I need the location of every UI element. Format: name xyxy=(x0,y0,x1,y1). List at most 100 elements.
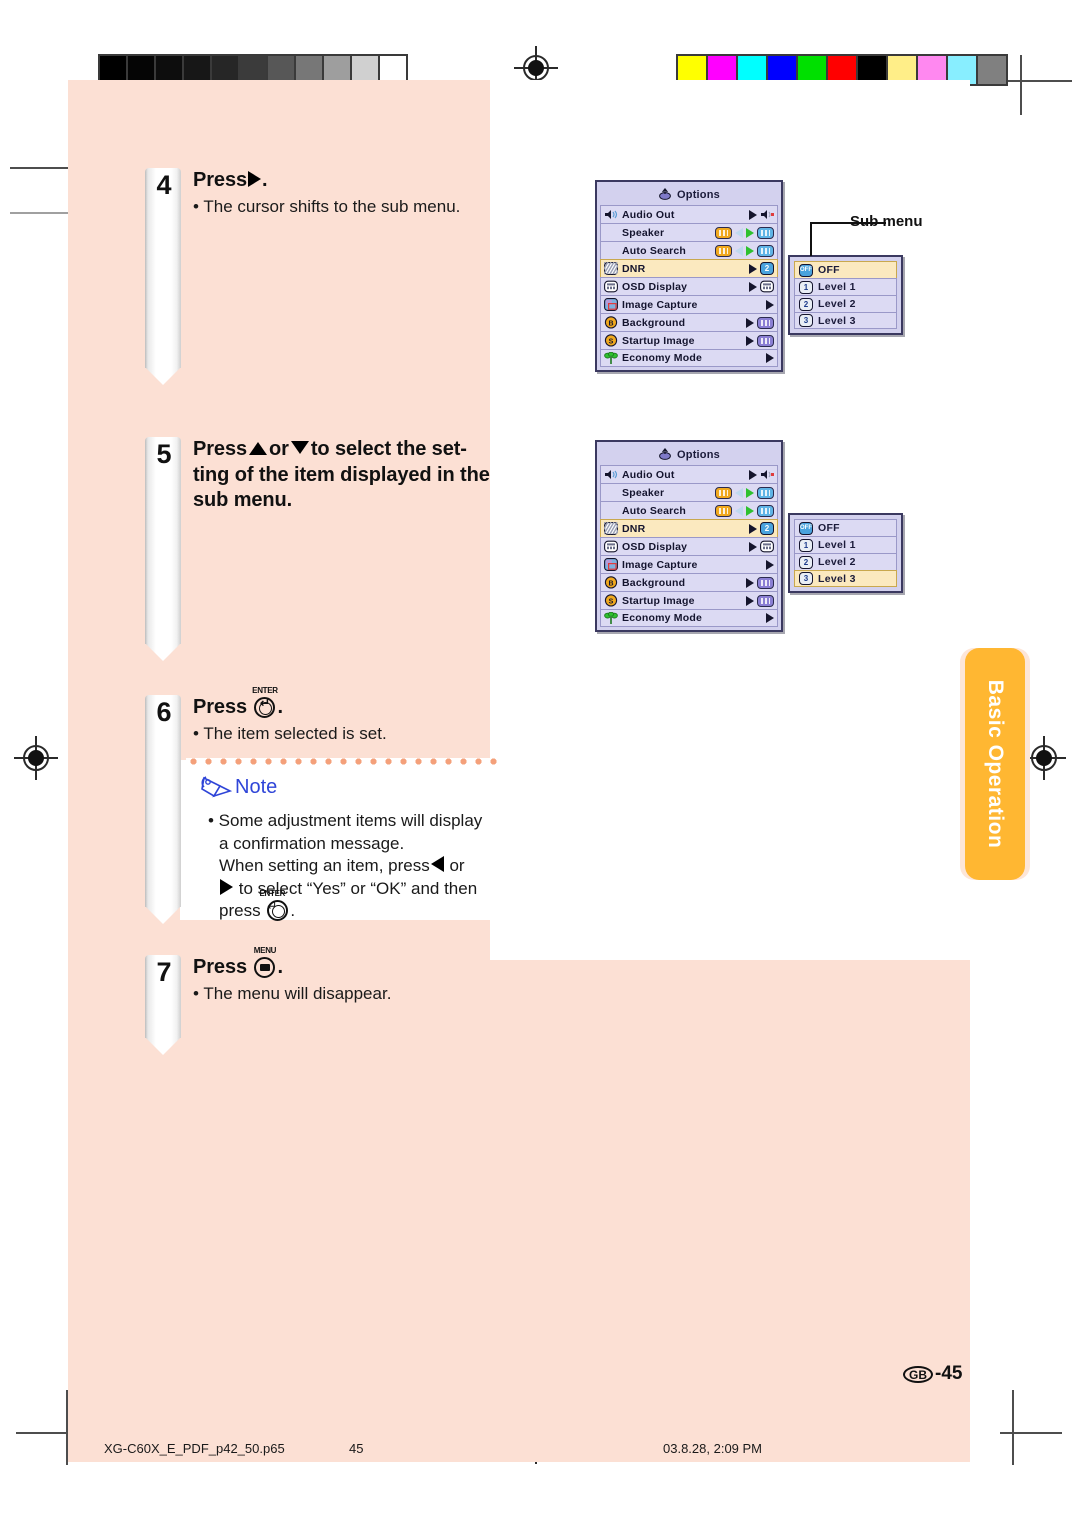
svg-text:S: S xyxy=(609,598,614,605)
toggle-pill-violet xyxy=(757,576,774,589)
note-box: Note • Some adjustment items will displa… xyxy=(186,758,502,922)
black-right-arrow-icon xyxy=(746,577,754,588)
document-page: 4 Press. • The cursor shifts to the sub … xyxy=(0,0,1080,1528)
startup-icon: S xyxy=(604,334,618,347)
osd-submenu-item[interactable]: 1 Level 1 xyxy=(794,536,897,553)
menu-button-icon: MENU xyxy=(254,946,276,978)
step-7-bullet: • The menu will disappear. xyxy=(193,983,392,1003)
note-dotted-divider xyxy=(186,758,502,765)
osd-menu-item[interactable]: Image Capture xyxy=(600,555,778,573)
osd-menu-item-label: OSD Display xyxy=(622,540,688,553)
side-tab-label: Basic Operation xyxy=(984,679,1007,849)
osd-menu-item[interactable]: Auto Search xyxy=(600,241,778,259)
osd-menu-item-label: Auto Search xyxy=(622,244,687,257)
osd-menu-item-label: DNR xyxy=(622,262,646,275)
registration-mark-right xyxy=(1022,736,1066,780)
osd-submenu-label: Level 2 xyxy=(818,556,856,568)
osd-menu-item[interactable]: S Startup Image xyxy=(600,331,778,349)
osd-submenu-item[interactable]: 3 Level 3 xyxy=(794,312,897,329)
osd-menu-item[interactable]: DNR 2 xyxy=(600,259,778,277)
enter-button-icon-note: ENTER xyxy=(260,889,289,922)
page-number: GB -45 xyxy=(903,1363,962,1385)
toggle-pill-amber xyxy=(715,504,732,517)
step-5-number: 5 xyxy=(156,439,172,469)
osd-menu-item[interactable]: OSD Display xyxy=(600,537,778,555)
osd-submenu-item[interactable]: 2 Level 2 xyxy=(794,295,897,312)
note-body: • Some adjustment items will display a c… xyxy=(208,810,498,923)
step-5: 5 Press or to select the set- ting of the … xyxy=(145,437,495,662)
right-arrow-icon xyxy=(248,171,261,187)
callout-line-v xyxy=(810,222,812,256)
osd-icon xyxy=(760,540,774,553)
osd-submenu-dnr-top[interactable]: OFF OFF 1 Level 1 2 Level 2 3 Level 3 xyxy=(788,255,903,335)
osd-menu-item-value xyxy=(746,316,774,329)
osd-menu-item-value xyxy=(766,299,774,310)
step-7-heading-period: . xyxy=(277,956,283,978)
value-badge-2: 2 xyxy=(760,262,774,275)
step-5-heading: Press or to select the set- ting of the it… xyxy=(193,437,493,514)
black-right-arrow-icon xyxy=(749,209,757,220)
step-6-heading-press: Press xyxy=(193,696,247,718)
osd-icon xyxy=(604,540,618,553)
step-7: 7 Press MENU . • The menu will disappear… xyxy=(145,946,505,1060)
osd-menu-item[interactable]: B Background xyxy=(600,313,778,331)
osd-menu-item-value: 2 xyxy=(749,262,774,275)
step-6-number: 6 xyxy=(156,697,172,727)
osd-menu-options-top[interactable]: Options Audio Out Speaker Auto Search DNR 2 OS… xyxy=(595,180,783,372)
osd-submenu-label: Level 2 xyxy=(818,298,856,310)
osd-menu-item[interactable]: Image Capture xyxy=(600,295,778,313)
note-line-5-period: . xyxy=(290,901,296,921)
osd-submenu-label: OFF xyxy=(818,522,840,534)
note-line-2: a confirmation message. xyxy=(219,833,405,853)
eco-icon xyxy=(604,611,618,624)
osd-title: Options xyxy=(600,185,778,205)
osd-menu-item-value xyxy=(766,559,774,570)
osd-menu-item-value: 2 xyxy=(749,522,774,535)
step-7-heading: Press MENU . xyxy=(193,946,503,981)
step-4-heading-text: Press xyxy=(193,169,247,191)
speaker-mute-icon xyxy=(761,210,774,219)
osd-menu-item[interactable]: Economy Mode xyxy=(600,609,778,627)
step-4-number: 4 xyxy=(156,170,172,200)
osd-submenu-item[interactable]: 1 Level 1 xyxy=(794,278,897,295)
enter-button-icon: ENTER xyxy=(252,686,278,718)
osd-menu-item-label: Background xyxy=(622,576,686,589)
osd-menu-item[interactable]: Audio Out xyxy=(600,465,778,483)
pink-lower-right xyxy=(490,960,970,1330)
svg-text:B: B xyxy=(608,580,613,587)
black-right-arrow-icon xyxy=(746,317,754,328)
osd-menu-item[interactable]: Audio Out xyxy=(600,205,778,223)
osd-submenu-item[interactable]: OFF OFF xyxy=(794,261,897,278)
osd-menu-item-value xyxy=(749,468,774,481)
osd-menu-item[interactable]: Speaker xyxy=(600,223,778,241)
up-arrow-icon xyxy=(249,442,267,455)
osd-submenu-item[interactable]: 3 Level 3 xyxy=(794,570,897,587)
black-right-arrow-icon xyxy=(746,335,754,346)
osd-menu-item[interactable]: B Background xyxy=(600,573,778,591)
osd-title-label: Options xyxy=(677,188,720,201)
osd-submenu-dnr-bottom[interactable]: OFF OFF 1 Level 1 2 Level 2 3 Level 3 xyxy=(788,513,903,593)
osd-menu-item[interactable]: Economy Mode xyxy=(600,349,778,367)
osd-menu-item[interactable]: DNR 2 xyxy=(600,519,778,537)
step-4-heading-period: . xyxy=(262,169,268,191)
osd-submenu-badge: 1 xyxy=(799,280,813,294)
blank-icon xyxy=(604,486,618,499)
osd-title: Options xyxy=(600,445,778,465)
osd-menu-item[interactable]: Speaker xyxy=(600,483,778,501)
osd-submenu-badge: 3 xyxy=(799,572,813,585)
osd-menu-options-bottom[interactable]: Options Audio Out Speaker Auto Search DNR 2 OS… xyxy=(595,440,783,632)
osd-menu-item-value xyxy=(715,244,774,257)
toggle-pill-amber xyxy=(715,226,732,239)
osd-menu-item-label: Image Capture xyxy=(622,298,698,311)
ghost-left-arrow-icon xyxy=(735,505,743,516)
osd-menu-item-label: Startup Image xyxy=(622,334,695,347)
osd-menu-item[interactable]: S Startup Image xyxy=(600,591,778,609)
crop-mark-tr-h xyxy=(1002,80,1072,82)
osd-menu-item[interactable]: Auto Search xyxy=(600,501,778,519)
toggle-pill-amber xyxy=(715,244,732,257)
capture-icon xyxy=(604,298,618,311)
osd-submenu-item[interactable]: OFF OFF xyxy=(794,519,897,536)
osd-submenu-item[interactable]: 2 Level 2 xyxy=(794,553,897,570)
black-right-arrow-icon xyxy=(766,299,774,310)
osd-menu-item[interactable]: OSD Display xyxy=(600,277,778,295)
